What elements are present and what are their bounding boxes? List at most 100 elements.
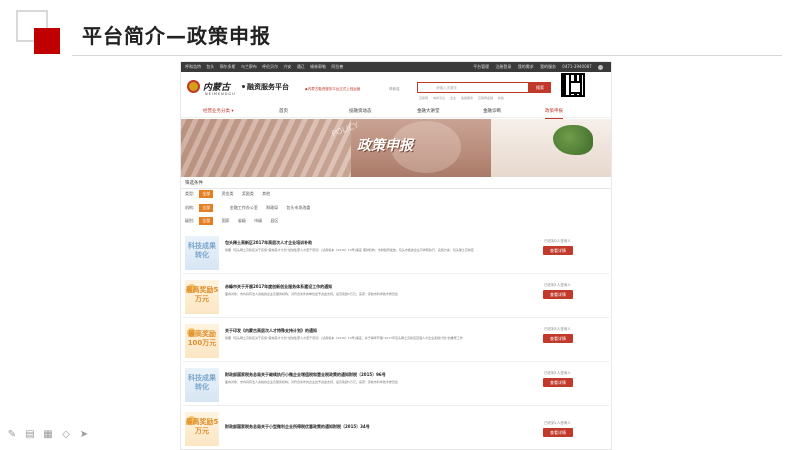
region-link[interactable]: 鄂尔多斯	[220, 64, 236, 69]
filter-row-type: 类型: 全部 资金类 奖励类 其他	[185, 190, 277, 198]
filter-label: 级别:	[185, 218, 195, 223]
slide-title: 平台简介—政策申报	[82, 24, 271, 48]
policy-title[interactable]: 赤峰市关于开展2017年度创新创业服务体系建设工作的通知	[225, 284, 332, 290]
policy-banner: POLICY 政策申报	[181, 119, 611, 177]
policy-description: 简要（包头稀土高新区关于实施“鹿城英才计划”加快集聚人才若干意见）(试用版本（2…	[225, 336, 463, 340]
site-topbar: 呼和浩特 包头 鄂尔多斯 乌兰察布 呼伦贝尔 兴安 通辽 锡林郭勒 阿拉善 平台…	[181, 62, 611, 72]
view-details-button[interactable]: 查看详情	[543, 246, 573, 255]
hot-keyword[interactable]: 金融服务	[461, 96, 473, 100]
policy-list-item[interactable]: 最高奖励5万元 财政部国家税务总局关于小型微利企业所得税优惠政策的通知财税〔20…	[183, 410, 609, 449]
nav-home[interactable]: 首页	[279, 106, 288, 118]
filter-option[interactable]: 包头市发改委	[286, 204, 310, 212]
view-details-button[interactable]: 查看详情	[543, 378, 573, 387]
policy-consult-count: 已收到5人咨询人	[544, 327, 571, 331]
eraser-icon[interactable]: ◇	[60, 429, 72, 441]
logo-platform-name[interactable]: 融资服务平台	[247, 82, 289, 92]
filter-option[interactable]: 国家	[222, 217, 230, 225]
banner-keyboard-image	[181, 119, 351, 177]
region-link[interactable]: 通辽	[297, 64, 305, 69]
policy-description: 简要（包头稀土高新区关于实施“鹿城英才计划”加快集聚人才若干意见）(试用版本（2…	[225, 248, 474, 252]
policy-description: 面向对象：市内具有法人资格的企业及服务机构；对符合条件的单位给予资金支持，最高奖…	[225, 292, 398, 296]
topbar-admin-link[interactable]: 平台管理	[473, 64, 489, 69]
filter-option[interactable]: 县区	[270, 217, 278, 225]
user-icon[interactable]	[598, 64, 603, 70]
thumbnail-text: 最高奖励5万元	[185, 418, 219, 435]
category-dropdown[interactable]: 经营业务分类 ▾	[203, 106, 234, 118]
nav-finance-lecture[interactable]: 金融大讲堂	[417, 106, 440, 118]
policy-list-item[interactable]: 最高奖励5万元 赤峰市关于开展2017年度创新创业服务体系建设工作的通知 面向对…	[183, 278, 609, 318]
nav-finance-diagnosis[interactable]: 金融诊断	[483, 106, 501, 118]
view-details-button[interactable]: 查看详情	[543, 334, 573, 343]
hot-keyword[interactable]: 互联网	[419, 96, 428, 100]
filter-divider	[181, 188, 611, 189]
policy-list-item[interactable]: 科技成果转化 包头稀土高新区2017年高层次人才企业培训补助 简要（包头稀土高新…	[183, 234, 609, 274]
policy-title[interactable]: 包头稀土高新区2017年高层次人才企业培训补助	[225, 240, 312, 246]
topbar-phone: 0471-3940087	[562, 64, 592, 69]
hot-keyword[interactable]: 互联网金融	[478, 96, 493, 100]
main-nav: 经营业务分类 ▾ 首页 投融资动态 金融大讲堂 金融诊断 政策申报	[181, 106, 611, 119]
filter-row-org: 机构: 全部 金融工作办公室 财政局 包头市发改委	[185, 204, 317, 212]
banner-title: 政策申报	[357, 138, 413, 154]
region-link[interactable]: 呼和浩特	[185, 64, 201, 69]
hot-keyword[interactable]: 企业	[450, 96, 456, 100]
thumbnail-text: 最高奖励5万元	[185, 286, 219, 303]
filter-option[interactable]: 奖励类	[242, 190, 254, 198]
search-input[interactable]: 请输入关键字	[417, 82, 529, 93]
topbar-needs-link[interactable]: 我的需求	[518, 64, 534, 69]
logo-separator-dot	[242, 85, 245, 88]
filter-option[interactable]: 资金类	[222, 190, 234, 198]
nav-investment-news[interactable]: 投融资动态	[349, 106, 372, 118]
filter-option-all[interactable]: 全部	[199, 204, 214, 212]
header-notice-link[interactable]: 呼和浩	[389, 87, 400, 92]
policy-title[interactable]: 关于印发《内蒙古高层次人才特殊支持计划》的通知	[225, 328, 317, 334]
region-link[interactable]: 兴安	[283, 64, 291, 69]
policy-consult-count: 已收到0人咨询人	[544, 239, 571, 243]
hot-keyword[interactable]: 电商平台	[433, 96, 445, 100]
website-screenshot: 呼和浩特 包头 鄂尔多斯 乌兰察布 呼伦贝尔 兴安 通辽 锡林郭勒 阿拉善 平台…	[180, 61, 612, 450]
view-details-button[interactable]: 查看详情	[543, 428, 573, 437]
banner-plant-image	[553, 125, 593, 155]
header-notice[interactable]: ◆内蒙古融资服务平台正式上线运营	[305, 87, 360, 92]
policy-consult-count: 已收到1人咨询人	[544, 421, 571, 425]
grid-icon[interactable]: ▦	[42, 429, 54, 441]
logo-english: NEIMENGGU	[205, 92, 236, 96]
region-link[interactable]: 锡林郭勒	[310, 64, 326, 69]
search-button[interactable]: 搜索	[529, 82, 551, 93]
slide: 平台简介—政策申报 呼和浩特 包头 鄂尔多斯 乌兰察布 呼伦贝尔 兴安 通辽 锡…	[0, 0, 800, 450]
policy-list-item[interactable]: 科技成果转化 财政部国家税务总局关于继续执行小微企业增值税和营业税政策的通知财税…	[183, 366, 609, 406]
policy-thumbnail[interactable]: 科技成果转化	[185, 236, 219, 270]
thumbnail-text: 最高奖励100万元	[187, 330, 217, 347]
qr-code-icon	[561, 73, 585, 97]
policy-consult-count: 已收到1人咨询人	[544, 283, 571, 287]
region-link[interactable]: 乌兰察布	[241, 64, 257, 69]
filter-option[interactable]: 省级	[238, 217, 246, 225]
filter-option-all[interactable]: 全部	[199, 217, 214, 225]
thumbnail-text: 科技成果转化	[188, 242, 216, 259]
slide-decoration-square-red	[34, 28, 60, 54]
region-link[interactable]: 阿拉善	[331, 64, 343, 69]
pen-icon[interactable]: ✎	[6, 429, 18, 441]
nav-policy-application[interactable]: 政策申报	[545, 106, 563, 119]
topbar-login-link[interactable]: 注册登录	[495, 64, 511, 69]
pointer-icon[interactable]: ➤	[78, 429, 90, 441]
view-details-button[interactable]: 查看详情	[543, 290, 573, 299]
policy-thumbnail[interactable]: 最高奖励5万元	[185, 280, 219, 314]
filter-option[interactable]: 金融工作办公室	[230, 204, 258, 212]
policy-title[interactable]: 财政部国家税务总局关于小型微利企业所得税优惠政策的通知财税〔2015〕34号	[225, 424, 370, 430]
policy-thumbnail[interactable]: 最高奖励5万元	[185, 412, 219, 446]
filter-option[interactable]: 其他	[262, 190, 270, 198]
banner-right-panel	[491, 119, 611, 177]
policy-list-item[interactable]: 最高奖励100万元 关于印发《内蒙古高层次人才特殊支持计划》的通知 简要（包头稀…	[183, 322, 609, 362]
filter-label: 类型:	[185, 191, 195, 196]
region-link[interactable]: 呼伦贝尔	[262, 64, 278, 69]
topbar-services-link[interactable]: 我的服务	[540, 64, 556, 69]
hot-keyword[interactable]: 新政	[498, 96, 504, 100]
policy-title[interactable]: 财政部国家税务总局关于继续执行小微企业增值税和营业税政策的通知财税〔2015〕9…	[225, 372, 386, 378]
filter-option[interactable]: 市级	[254, 217, 262, 225]
filter-option-all[interactable]: 全部	[199, 190, 214, 198]
slides-icon[interactable]: ▤	[24, 429, 36, 441]
policy-thumbnail[interactable]: 最高奖励100万元	[185, 324, 219, 358]
filter-option[interactable]: 财政局	[266, 204, 278, 212]
region-link[interactable]: 包头	[206, 64, 214, 69]
policy-thumbnail[interactable]: 科技成果转化	[185, 368, 219, 402]
